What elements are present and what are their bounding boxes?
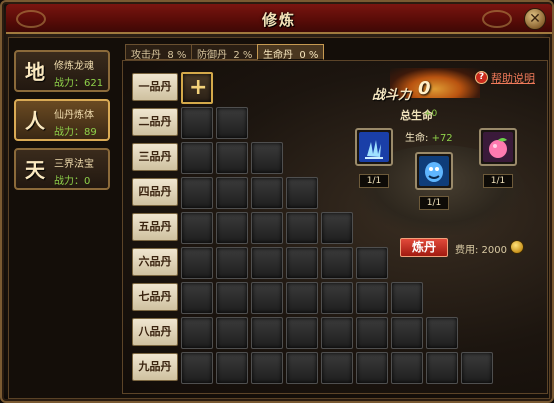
pill-slot[interactable]	[181, 352, 213, 384]
pill-slot[interactable]	[321, 352, 353, 384]
pill-slot[interactable]	[181, 107, 213, 139]
refine-cost: 费用: 2000	[455, 245, 507, 256]
plus-icon: +	[189, 75, 208, 100]
row-label-grade-8: 八品丹	[132, 318, 178, 346]
pill-slot[interactable]	[426, 317, 458, 349]
pill-slot[interactable]	[321, 282, 353, 314]
side-tab-power: 战力：621	[54, 78, 104, 89]
ingredient-count-2: 1/1	[419, 196, 449, 210]
title-bar: 修炼 ✕	[6, 4, 552, 34]
ingredient-count-1: 1/1	[359, 174, 389, 188]
pill-slot[interactable]	[181, 142, 213, 174]
blue-herb-icon	[359, 132, 389, 162]
tab-defense-pill[interactable]: 防御丹 2 %	[191, 44, 259, 61]
side-tab-human[interactable]: 人 仙丹炼体 战力：89	[14, 99, 110, 141]
pill-slot[interactable]	[286, 317, 318, 349]
side-tab-power: 战力：89	[54, 127, 97, 138]
close-button[interactable]: ✕	[524, 8, 546, 30]
ingredient-slot-3[interactable]	[479, 128, 517, 166]
pill-slot[interactable]	[356, 352, 388, 384]
side-tab-char: 地	[25, 60, 45, 84]
pill-slot[interactable]	[216, 177, 248, 209]
gold-coin-icon	[510, 240, 524, 254]
pill-slot[interactable]	[321, 212, 353, 244]
pill-slot[interactable]	[181, 282, 213, 314]
row-label-grade-6: 六品丹	[132, 248, 178, 276]
pill-slot[interactable]	[321, 317, 353, 349]
side-tab-earth[interactable]: 地 修炼龙魂 战力：621	[14, 50, 110, 92]
row-label-grade-9: 九品丹	[132, 353, 178, 381]
blue-beast-icon	[419, 156, 449, 186]
pill-slot[interactable]	[286, 352, 318, 384]
row-label-grade-5: 五品丹	[132, 213, 178, 241]
pill-slot[interactable]	[391, 282, 423, 314]
pill-slot[interactable]	[216, 107, 248, 139]
window-title: 修炼	[261, 11, 296, 29]
life-bonus-label: 生命:	[405, 133, 429, 144]
pill-slot[interactable]	[251, 212, 283, 244]
battle-power-label: 战斗力	[372, 88, 412, 103]
pill-slot[interactable]	[286, 177, 318, 209]
pill-slot[interactable]	[251, 177, 283, 209]
pill-slot[interactable]	[181, 212, 213, 244]
row-label-grade-1: 一品丹	[132, 73, 178, 101]
pill-slot[interactable]	[251, 247, 283, 279]
pill-slot[interactable]	[321, 247, 353, 279]
pill-slot[interactable]	[216, 212, 248, 244]
pill-slot[interactable]	[216, 282, 248, 314]
pill-slot[interactable]	[181, 317, 213, 349]
pill-slot[interactable]	[181, 247, 213, 279]
side-tab-char: 人	[25, 109, 45, 133]
pill-slot[interactable]	[181, 177, 213, 209]
tab-life-pill[interactable]: 生命丹 0 %	[257, 44, 325, 61]
pill-slot[interactable]	[251, 282, 283, 314]
pill-slot[interactable]	[251, 142, 283, 174]
row-label-grade-7: 七品丹	[132, 283, 178, 311]
help-icon[interactable]: ?	[475, 71, 488, 84]
pill-slot[interactable]	[251, 352, 283, 384]
pill-slot[interactable]	[356, 247, 388, 279]
title-ornament-right	[482, 10, 512, 28]
row-label-grade-3: 三品丹	[132, 143, 178, 171]
side-tab-char: 天	[25, 158, 45, 182]
ingredient-count-3: 1/1	[483, 174, 513, 188]
pill-slot[interactable]	[356, 282, 388, 314]
total-life-value: +0	[424, 109, 438, 119]
pill-slot[interactable]	[461, 352, 493, 384]
row-label-grade-2: 二品丹	[132, 108, 178, 136]
pill-slot[interactable]	[286, 247, 318, 279]
pill-slot[interactable]	[251, 317, 283, 349]
pill-slot[interactable]	[356, 317, 388, 349]
ingredient-slot-2[interactable]	[415, 152, 453, 190]
side-tab-name: 修炼龙魂	[54, 61, 94, 72]
pill-slot[interactable]	[426, 352, 458, 384]
row-label-grade-4: 四品丹	[132, 178, 178, 206]
pill-slot[interactable]	[216, 317, 248, 349]
pill-slot[interactable]	[286, 282, 318, 314]
battle-power-value: 0	[418, 78, 431, 99]
peach-icon	[483, 132, 513, 162]
pill-slot[interactable]	[391, 317, 423, 349]
add-pill-slot[interactable]: +	[181, 72, 213, 104]
life-bonus: 生命: +72	[405, 129, 453, 144]
pill-slot[interactable]	[216, 352, 248, 384]
ingredient-slot-1[interactable]	[355, 128, 393, 166]
side-tab-name: 三界法宝	[54, 159, 94, 170]
life-bonus-value: +72	[431, 133, 453, 144]
help-link[interactable]: 帮助说明	[491, 70, 535, 86]
tab-attack-pill[interactable]: 攻击丹 8 %	[125, 44, 193, 61]
pill-slot[interactable]	[391, 352, 423, 384]
side-tab-power: 战力：0	[54, 176, 91, 187]
pill-slot[interactable]	[216, 247, 248, 279]
pill-slot[interactable]	[286, 212, 318, 244]
side-tab-heaven[interactable]: 天 三界法宝 战力：0	[14, 148, 110, 190]
refine-button[interactable]: 炼丹	[400, 238, 448, 257]
pill-slot[interactable]	[216, 142, 248, 174]
side-tab-name: 仙丹炼体	[54, 110, 94, 121]
